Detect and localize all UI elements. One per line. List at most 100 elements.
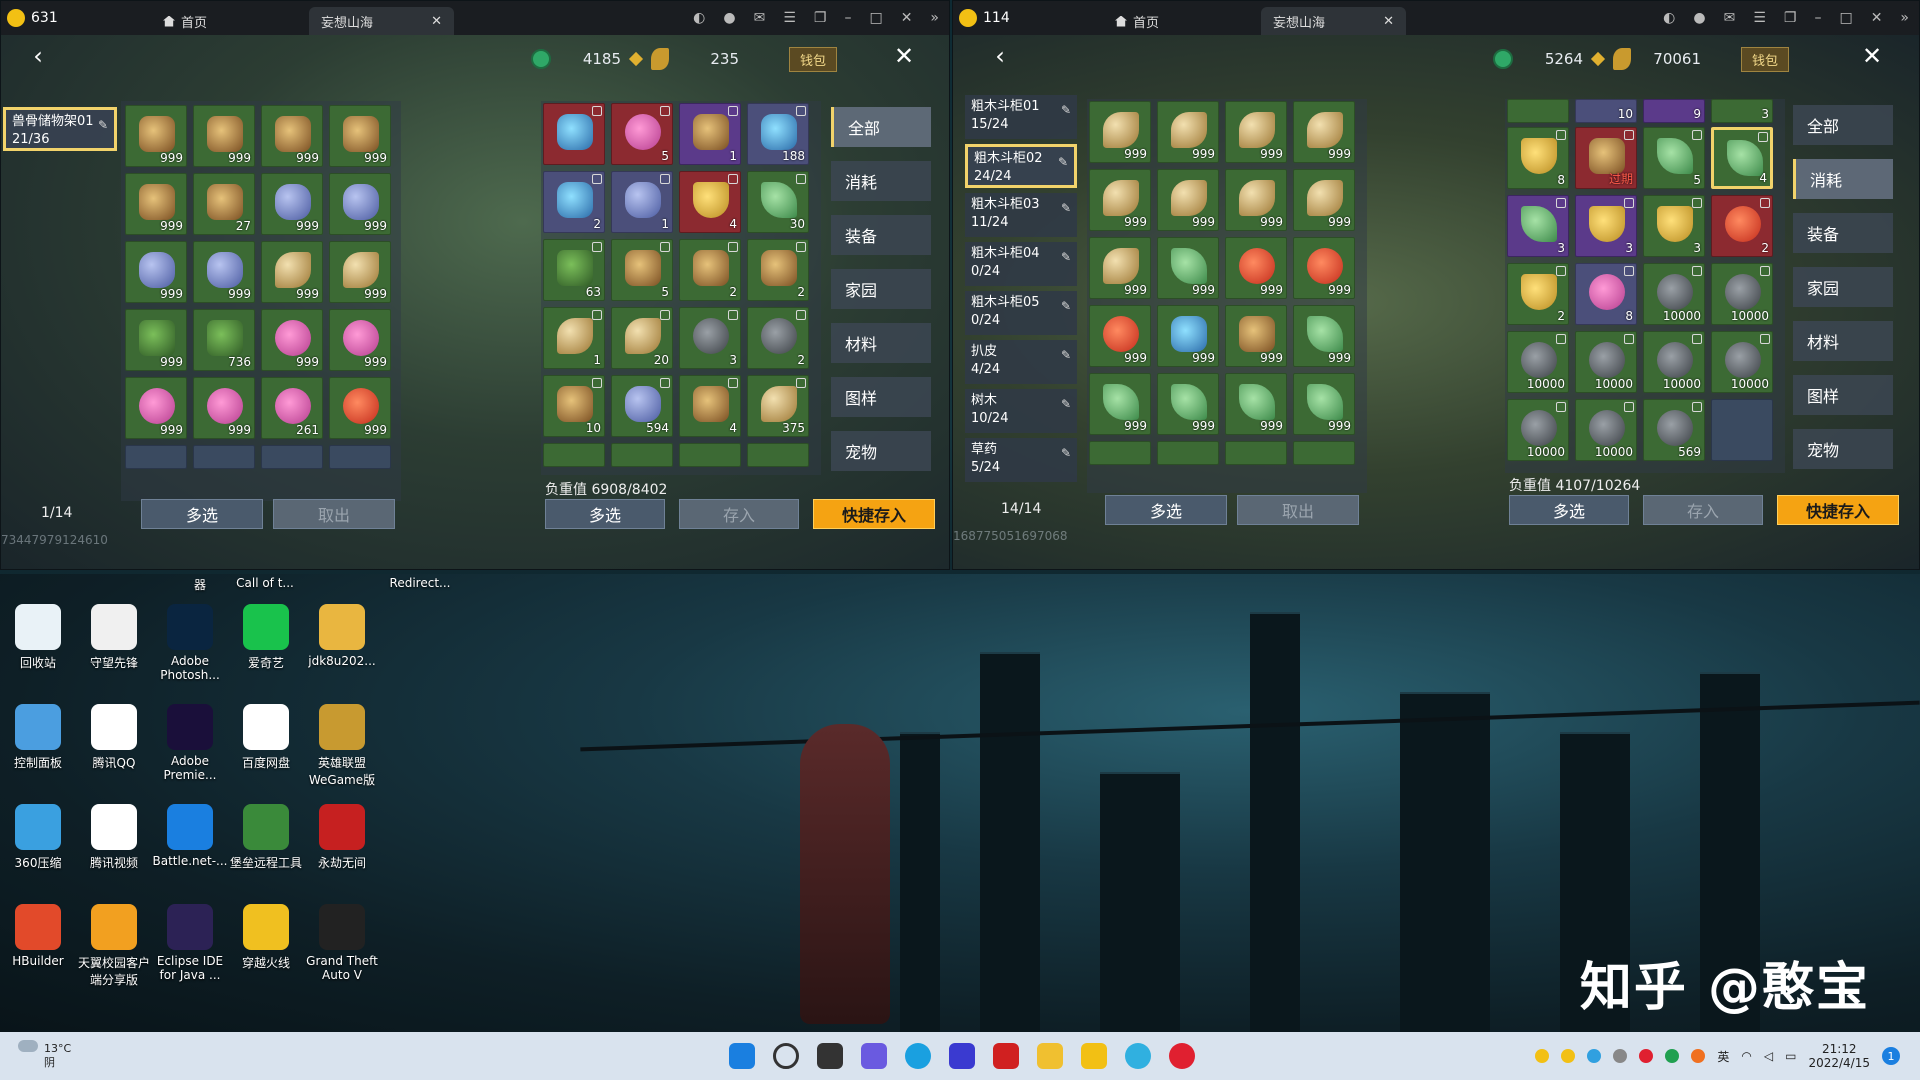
desktop-icon[interactable]: 腾讯视频 — [74, 804, 154, 871]
storage-slot[interactable]: 999 — [329, 309, 391, 371]
cabinet-item[interactable]: 粗木斗柜05 0/24 ✎ — [965, 291, 1077, 335]
storage-slot[interactable]: 999 — [193, 377, 255, 439]
maximize-icon[interactable]: □ — [869, 10, 882, 26]
bag-slot[interactable]: 10000 — [1711, 263, 1773, 325]
desktop-icon[interactable]: 百度网盘 — [226, 704, 306, 771]
storage-slot[interactable]: 999 — [329, 241, 391, 303]
left-home-tab[interactable]: 首页 — [151, 7, 219, 35]
desktop-icon[interactable]: 永劫无间 — [302, 804, 382, 871]
storage-slot-partial[interactable] — [261, 445, 323, 469]
storage-slot[interactable]: 999 — [1293, 305, 1355, 367]
storage-slot[interactable]: 999 — [193, 105, 255, 167]
desktop-icon[interactable]: 天翼校园客户端分享版 — [74, 904, 154, 988]
desktop-icon[interactable]: Eclipse IDE for Java ... — [150, 904, 230, 982]
bag-slot[interactable]: 4 — [1711, 127, 1773, 189]
category-tab[interactable]: 装备 — [831, 215, 931, 255]
browser-icon[interactable] — [1125, 1043, 1151, 1069]
cabinet-item[interactable]: 树木 10/24 ✎ — [965, 389, 1077, 433]
storage-slot[interactable]: 999 — [1225, 169, 1287, 231]
multi-select-button[interactable]: 多选 — [141, 499, 263, 529]
bag-slot[interactable]: 2 — [1711, 195, 1773, 257]
pin-icon[interactable]: ✎ — [1061, 248, 1071, 266]
user-icon[interactable]: ● — [723, 10, 735, 26]
expand-icon[interactable]: » — [930, 10, 939, 26]
storage-slot[interactable]: 999 — [261, 241, 323, 303]
pin-icon[interactable]: ✎ — [1061, 395, 1071, 413]
edge-icon[interactable] — [905, 1043, 931, 1069]
desktop-icon[interactable]: jdk8u202... — [302, 604, 382, 668]
storage-slot[interactable]: 999 — [1225, 101, 1287, 163]
bag-slot[interactable]: 30 — [747, 171, 809, 233]
storage-slot[interactable]: 999 — [1293, 373, 1355, 435]
storage-slot[interactable]: 999 — [1157, 373, 1219, 435]
category-tab[interactable]: 装备 — [1793, 213, 1893, 253]
bag-slot[interactable]: 63 — [543, 239, 605, 301]
bag-slot[interactable]: 10000 — [1643, 263, 1705, 325]
tray-app-icon[interactable] — [1613, 1049, 1628, 1063]
shield-icon[interactable] — [993, 1043, 1019, 1069]
vscode-icon[interactable] — [949, 1043, 975, 1069]
take-out-button[interactable]: 取出 — [1237, 495, 1359, 525]
wallet-button[interactable]: 钱包 — [1741, 46, 1790, 72]
storage-slot[interactable]: 999 — [261, 173, 323, 235]
bag-slot[interactable]: 8 — [1575, 263, 1637, 325]
close-tab-icon[interactable]: ✕ — [431, 14, 442, 29]
bag-slot[interactable]: 1 — [543, 307, 605, 369]
bag-slot[interactable]: 20 — [611, 307, 673, 369]
multi-select-button[interactable]: 多选 — [1105, 495, 1227, 525]
storage-slot[interactable]: 999 — [125, 173, 187, 235]
cabinet-item[interactable]: 草药 5/24 ✎ — [965, 438, 1077, 482]
bag-slot[interactable]: 5 — [611, 103, 673, 165]
bag-slot[interactable]: 569 — [1643, 399, 1705, 461]
bag-slot-partial[interactable] — [679, 443, 741, 467]
storage-slot[interactable]: 736 — [193, 309, 255, 371]
desktop-icon[interactable]: 腾讯QQ — [74, 704, 154, 771]
restore-icon[interactable]: ❐ — [1784, 10, 1797, 26]
cabinet-item[interactable]: 粗木斗柜01 15/24 ✎ — [965, 95, 1077, 139]
storage-slot[interactable]: 999 — [261, 309, 323, 371]
bag-slot[interactable]: 375 — [747, 375, 809, 437]
tray-app-icon[interactable] — [1691, 1049, 1706, 1063]
desktop-icon[interactable]: 控制面板 — [0, 704, 78, 771]
bag-slot-partial[interactable] — [747, 443, 809, 467]
storage-slot[interactable]: 999 — [1293, 101, 1355, 163]
bag-slot[interactable]: 10 — [543, 375, 605, 437]
volume-icon[interactable]: ◁ — [1764, 1049, 1773, 1063]
pin-icon[interactable]: ✎ — [1058, 153, 1068, 171]
category-tab[interactable]: 家园 — [1793, 267, 1893, 307]
cabinet-item[interactable]: 粗木斗柜03 11/24 ✎ — [965, 193, 1077, 237]
desktop-icon[interactable]: Adobe Photosh... — [150, 604, 230, 682]
minimize-icon[interactable]: – — [844, 10, 851, 26]
bag-slot-partial[interactable]: 10 — [1575, 99, 1637, 123]
user-icon[interactable]: ● — [1693, 10, 1705, 26]
gamepad-icon[interactable]: ◐ — [693, 10, 705, 26]
storage-slot[interactable]: 999 — [1157, 305, 1219, 367]
storage-slot-partial[interactable] — [193, 445, 255, 469]
bag-slot[interactable]: 10000 — [1711, 331, 1773, 393]
desktop-icon[interactable]: 守望先锋 — [74, 604, 154, 671]
storage-slot[interactable]: 999 — [1225, 237, 1287, 299]
pin-icon[interactable]: ✎ — [1061, 346, 1071, 364]
right-game-tab[interactable]: 妄想山海 ✕ — [1261, 7, 1407, 35]
storage-slot[interactable]: 261 — [261, 377, 323, 439]
weather-widget[interactable]: 13°C 阴 — [18, 1040, 71, 1070]
desktop-icon[interactable]: Grand Theft Auto V — [302, 904, 382, 982]
desktop-icon[interactable]: 堡垒远程工具 — [226, 804, 306, 871]
bag-slot[interactable]: 10000 — [1575, 331, 1637, 393]
task-view-icon[interactable] — [817, 1043, 843, 1069]
bag-slot-partial[interactable]: 3 — [1711, 99, 1773, 123]
maximize-icon[interactable]: □ — [1839, 10, 1852, 26]
storage-slot-partial[interactable] — [125, 445, 187, 469]
storage-slot[interactable]: 999 — [1089, 237, 1151, 299]
category-tab[interactable]: 材料 — [831, 323, 931, 363]
search-icon[interactable] — [773, 1043, 799, 1069]
minimize-icon[interactable]: – — [1814, 10, 1821, 26]
left-game-tab[interactable]: 妄想山海 ✕ — [309, 7, 455, 35]
bag-slot[interactable]: 2 — [543, 171, 605, 233]
desktop-icon[interactable]: Adobe Premie... — [150, 704, 230, 782]
bag-slot[interactable]: 5 — [1643, 127, 1705, 189]
storage-slot[interactable]: 999 — [1225, 305, 1287, 367]
restore-icon[interactable]: ❐ — [814, 10, 827, 26]
bag-slot[interactable]: 3 — [679, 307, 741, 369]
mail-icon[interactable]: ✉ — [754, 10, 766, 26]
